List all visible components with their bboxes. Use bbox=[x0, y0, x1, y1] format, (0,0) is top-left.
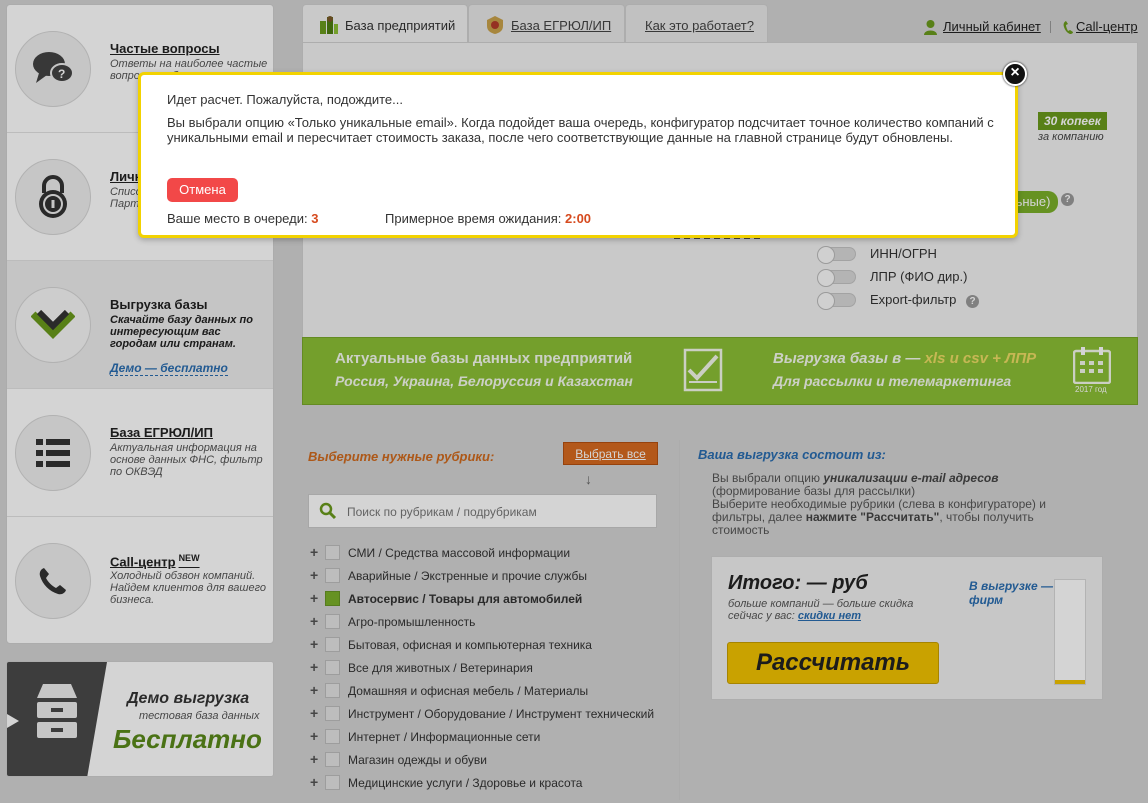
modal-status: Идет расчет. Пожалуйста, подождите... bbox=[167, 92, 403, 107]
cancel-button[interactable]: Отмена bbox=[167, 178, 238, 202]
wait-value: 2:00 bbox=[565, 211, 592, 226]
queue-value: 3 bbox=[311, 211, 319, 226]
wait-time: Примерное время ожидания: 2:00 bbox=[385, 211, 591, 226]
modal-message: Вы выбрали опцию «Только уникальные emai… bbox=[167, 115, 994, 145]
wait-label: Примерное время ожидания: bbox=[385, 211, 566, 226]
queue-label: Ваше место в очереди: bbox=[167, 211, 312, 226]
close-icon[interactable]: × bbox=[1003, 62, 1027, 86]
calculation-modal: Идет расчет. Пожалуйста, подождите... Вы… bbox=[138, 72, 1018, 238]
queue-position: Ваше место в очереди: 3 bbox=[167, 211, 318, 226]
